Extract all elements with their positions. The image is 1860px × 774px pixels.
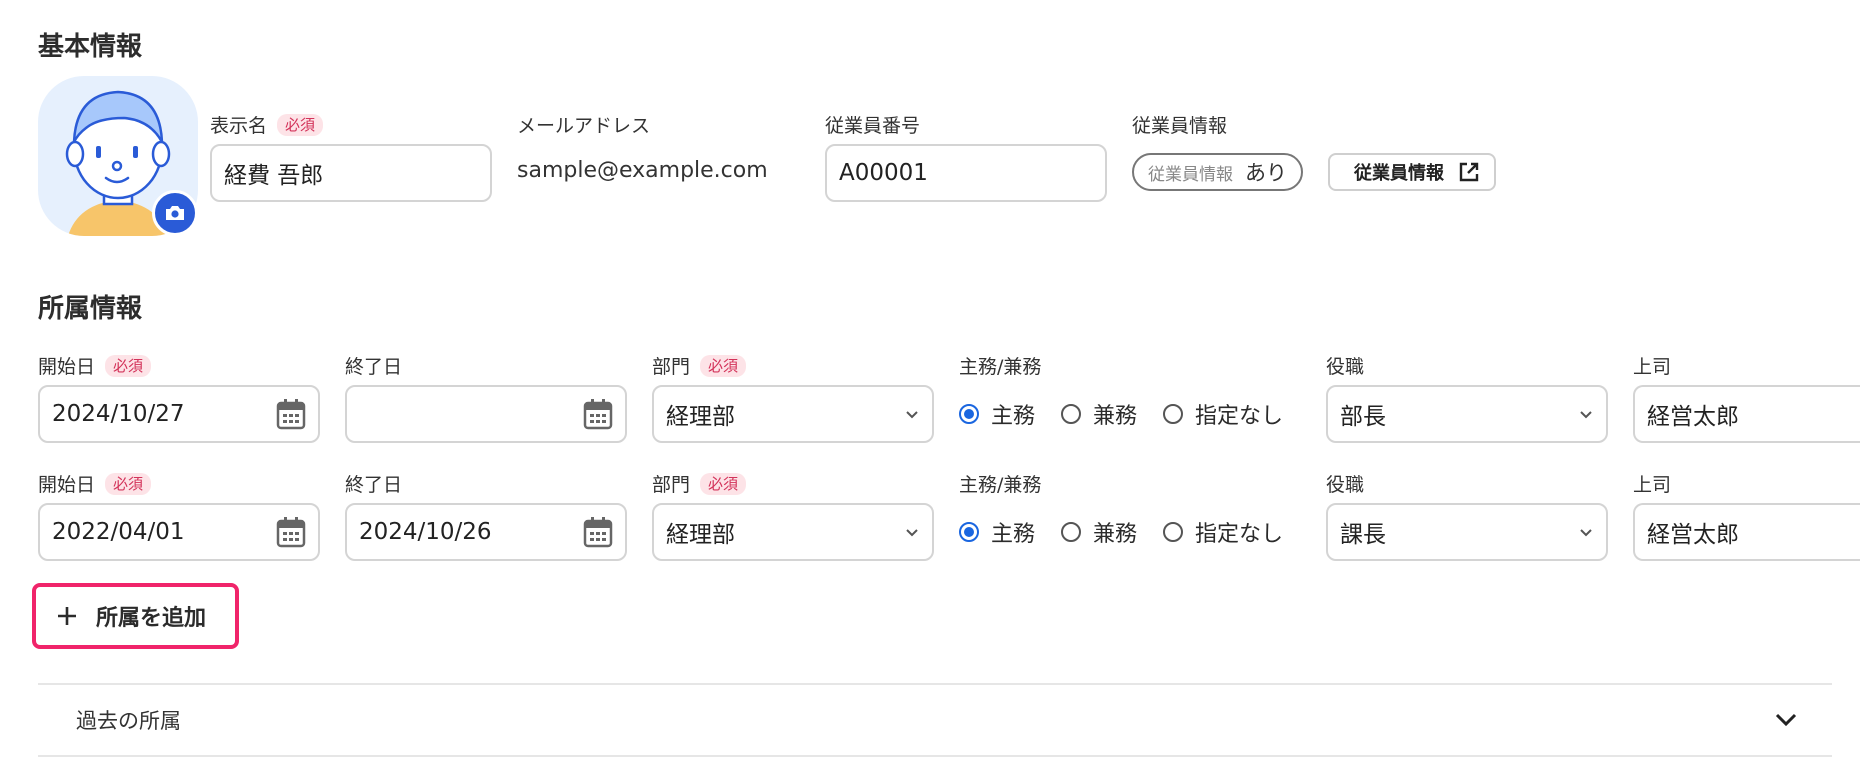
radio-label: 指定なし [1195, 404, 1284, 429]
department-label-text: 部門 [652, 474, 691, 496]
position-value: 部長 [1340, 404, 1386, 430]
start-date-label-text: 開始日 [38, 474, 96, 496]
employee-number-input[interactable]: A00001 [825, 144, 1107, 202]
end-date-value: 2024/10/26 [359, 519, 492, 545]
employee-info-pill-label: 従業員情報 [1148, 164, 1233, 185]
affiliation-title: 所属情報 [38, 294, 143, 324]
calendar-icon[interactable] [276, 398, 306, 430]
employee-number-value: A00001 [839, 160, 928, 186]
start-date-label-text: 開始日 [38, 356, 96, 378]
supervisor-value: 経営太郎 [1647, 404, 1739, 430]
calendar-icon[interactable] [583, 398, 613, 430]
department-select[interactable]: 経理部 [652, 385, 934, 443]
position-value: 課長 [1340, 522, 1386, 548]
required-badge: 必須 [105, 354, 152, 377]
external-link-icon [1459, 162, 1479, 182]
end-date-input[interactable]: 2024/10/26 [345, 503, 627, 561]
employee-info-button-label: 従業員情報 [1354, 163, 1444, 184]
employee-info-pill-value: あり [1245, 161, 1287, 185]
divider [38, 755, 1832, 757]
end-date-label: 終了日 [345, 474, 403, 496]
basic-info-title: 基本情報 [38, 32, 143, 62]
start-date-label: 開始日 必須 [38, 470, 152, 497]
supervisor-value: 経営太郎 [1647, 522, 1739, 548]
employee-info-status-pill: 従業員情報 あり [1132, 153, 1303, 191]
position-select[interactable]: 部長 [1326, 385, 1608, 443]
radio-concurrent[interactable]: 兼務 [1061, 398, 1137, 430]
add-affiliation-button[interactable]: 所属を追加 [32, 583, 239, 649]
department-label: 部門 必須 [652, 470, 747, 497]
radio-circle[interactable] [959, 404, 979, 424]
department-label-text: 部門 [652, 356, 691, 378]
assignment-type-label: 主務/兼務 [959, 474, 1042, 496]
email-label: メールアドレス [517, 115, 651, 137]
email-value: sample@example.com [517, 158, 768, 183]
past-affiliations-toggle[interactable]: 過去の所属 [38, 685, 1832, 755]
plus-icon [58, 607, 76, 625]
display-name-value: 経費 吾郎 [224, 163, 324, 189]
camera-button[interactable] [152, 190, 198, 236]
end-date-label: 終了日 [345, 356, 403, 378]
department-value: 経理部 [666, 522, 735, 548]
radio-label: 兼務 [1093, 404, 1138, 429]
radio-label: 主務 [991, 522, 1036, 547]
radio-primary[interactable]: 主務 [959, 516, 1035, 548]
radio-label: 指定なし [1195, 522, 1284, 547]
chevron-down-icon [1580, 411, 1592, 419]
display-name-input[interactable]: 経費 吾郎 [210, 144, 492, 202]
radio-circle[interactable] [1163, 404, 1184, 424]
radio-circle[interactable] [1061, 522, 1082, 542]
employee-number-label: 従業員番号 [825, 115, 921, 137]
add-affiliation-label: 所属を追加 [96, 606, 207, 631]
employee-info-label: 従業員情報 [1132, 115, 1228, 137]
end-date-input[interactable] [345, 385, 627, 443]
affiliation-row: 開始日 必須 2022/04/01 終了日 2024/10/26 部門 必須 経… [0, 470, 1860, 580]
radio-unspecified[interactable]: 指定なし [1163, 516, 1283, 548]
chevron-down-icon [906, 529, 918, 537]
position-label: 役職 [1326, 356, 1365, 378]
position-select[interactable]: 課長 [1326, 503, 1608, 561]
avatar[interactable] [38, 76, 198, 236]
start-date-value: 2024/10/27 [52, 401, 185, 427]
required-badge: 必須 [277, 113, 324, 136]
supervisor-input[interactable]: 経営太郎 [1633, 503, 1860, 561]
display-name-label-text: 表示名 [210, 115, 268, 137]
start-date-input[interactable]: 2024/10/27 [38, 385, 320, 443]
affiliation-row: 開始日 必須 2024/10/27 終了日 部門 必須 経理部 主務/兼務 主務… [0, 352, 1860, 462]
employee-info-button[interactable]: 従業員情報 [1328, 153, 1496, 191]
supervisor-label: 上司 [1633, 356, 1672, 378]
department-select[interactable]: 経理部 [652, 503, 934, 561]
assignment-type-radio-group: 主務 兼務 指定なし [959, 503, 1309, 561]
radio-unspecified[interactable]: 指定なし [1163, 398, 1283, 430]
start-date-input[interactable]: 2022/04/01 [38, 503, 320, 561]
calendar-icon[interactable] [276, 516, 306, 548]
department-value: 経理部 [666, 404, 735, 430]
radio-circle[interactable] [1061, 404, 1082, 424]
supervisor-input[interactable]: 経営太郎 [1633, 385, 1860, 443]
chevron-down-icon [1775, 713, 1797, 727]
radio-primary[interactable]: 主務 [959, 398, 1035, 430]
supervisor-label: 上司 [1633, 474, 1672, 496]
required-badge: 必須 [700, 472, 747, 495]
start-date-value: 2022/04/01 [52, 519, 185, 545]
position-label: 役職 [1326, 474, 1365, 496]
required-badge: 必須 [105, 472, 152, 495]
assignment-type-radio-group: 主務 兼務 指定なし [959, 385, 1309, 443]
chevron-down-icon [1580, 529, 1592, 537]
required-badge: 必須 [700, 354, 747, 377]
assignment-type-label: 主務/兼務 [959, 356, 1042, 378]
radio-circle[interactable] [1163, 522, 1184, 542]
radio-label: 主務 [991, 404, 1036, 429]
radio-circle[interactable] [959, 522, 979, 542]
camera-icon [166, 206, 184, 220]
chevron-down-icon [906, 411, 918, 419]
past-affiliations-label: 過去の所属 [76, 709, 181, 733]
display-name-label: 表示名 必須 [210, 111, 324, 138]
radio-label: 兼務 [1093, 522, 1138, 547]
start-date-label: 開始日 必須 [38, 352, 152, 379]
department-label: 部門 必須 [652, 352, 747, 379]
calendar-icon[interactable] [583, 516, 613, 548]
radio-concurrent[interactable]: 兼務 [1061, 516, 1137, 548]
